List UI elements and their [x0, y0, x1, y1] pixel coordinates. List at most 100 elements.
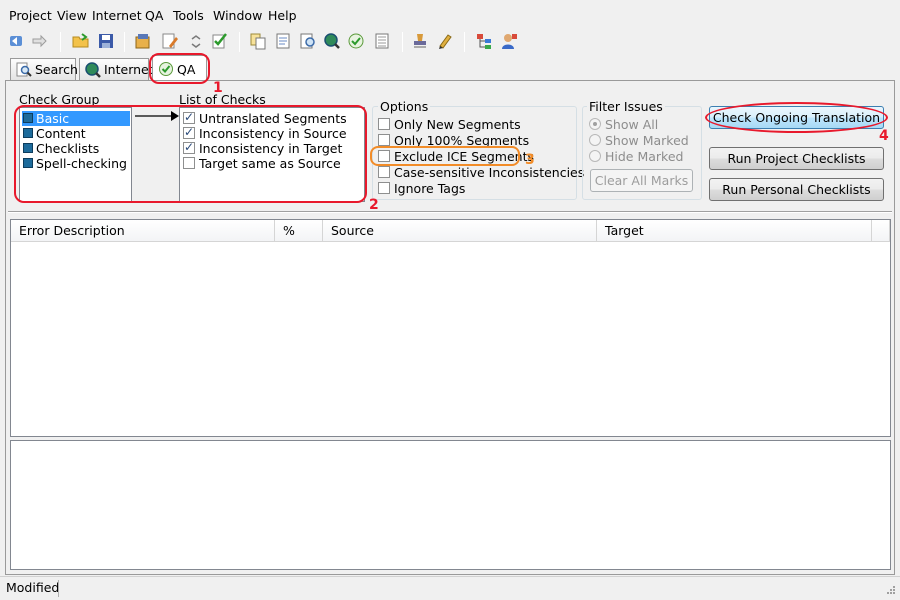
item-label: Target same as Source — [199, 156, 341, 171]
item-label: Untranslated Segments — [199, 111, 347, 126]
category-icon — [23, 113, 33, 123]
toolbar-separator — [239, 32, 240, 52]
splitter[interactable] — [8, 211, 892, 213]
column-header-percent[interactable]: % — [275, 220, 323, 242]
check-group-item-content[interactable]: Content — [22, 126, 86, 141]
category-icon — [23, 158, 33, 168]
item-label: Show Marked — [605, 133, 689, 148]
item-label: Only New Segments — [394, 117, 521, 132]
item-label: Spell-checking — [36, 156, 127, 171]
item-label: Show All — [605, 117, 659, 132]
run-personal-checklists-button[interactable]: Run Personal Checklists — [709, 178, 884, 201]
checkbox[interactable] — [183, 140, 195, 155]
options-label: Options — [378, 99, 431, 114]
save-icon[interactable] — [97, 32, 115, 50]
menu-internet[interactable]: Internet — [92, 8, 142, 23]
menu-help[interactable]: Help — [268, 8, 297, 23]
magnifier-icon — [16, 62, 32, 77]
toolbar — [0, 30, 900, 54]
run-project-checklists-button[interactable]: Run Project Checklists — [709, 147, 884, 170]
tab-search[interactable]: Search — [10, 58, 78, 80]
small-arrows-icon[interactable] — [187, 32, 205, 50]
radio-button[interactable] — [589, 134, 601, 146]
menu-bar: Project View Internet QA Tools Window He… — [0, 0, 900, 30]
item-label: Content — [36, 126, 86, 141]
tab-label: Internet — [104, 62, 154, 77]
category-icon — [23, 143, 33, 153]
radio-button[interactable] — [589, 150, 601, 162]
check-group-item-spell-checking[interactable]: Spell-checking — [22, 156, 127, 171]
clear-all-marks-button[interactable]: Clear All Marks — [590, 169, 693, 192]
copy-icon[interactable] — [249, 32, 267, 50]
forward-icon[interactable] — [30, 32, 48, 50]
open-folder-icon[interactable] — [72, 32, 90, 50]
item-label: Case-sensitive Inconsistencies — [394, 165, 585, 180]
tab-label: QA — [177, 62, 196, 77]
status-divider — [58, 580, 59, 597]
document-icon[interactable] — [274, 32, 292, 50]
qa-check-icon — [159, 62, 173, 76]
item-label: Basic — [36, 111, 70, 126]
annotation-number-2: 2 — [369, 197, 379, 213]
column-header-filler — [872, 220, 890, 242]
column-header-target[interactable]: Target — [597, 220, 872, 242]
toolbar-separator — [60, 32, 61, 52]
resize-grip-icon[interactable] — [884, 585, 896, 597]
menu-project[interactable]: Project — [9, 8, 52, 23]
back-icon[interactable] — [8, 32, 26, 50]
menu-qa[interactable]: QA — [145, 8, 163, 23]
annotation-number-1: 1 — [213, 80, 223, 96]
checkbox[interactable] — [378, 134, 390, 146]
item-label: Exclude ICE Segments — [394, 149, 534, 164]
item-label: Inconsistency in Source — [199, 126, 347, 141]
project-settings-icon[interactable] — [134, 32, 152, 50]
checkbox[interactable] — [378, 182, 390, 194]
detail-pane[interactable] — [10, 440, 891, 570]
toolbar-separator — [402, 32, 403, 52]
check-group-item-basic[interactable]: Basic — [22, 111, 130, 126]
toolbar-separator — [124, 32, 125, 52]
menu-window[interactable]: Window — [213, 8, 262, 23]
user-icon[interactable] — [500, 32, 518, 50]
checkbox[interactable] — [378, 150, 390, 162]
checkbox[interactable] — [183, 125, 195, 140]
item-label: Hide Marked — [605, 149, 684, 164]
check-edit-icon[interactable] — [211, 32, 229, 50]
status-bar: Modified — [0, 576, 900, 600]
column-header-error-description[interactable]: Error Description — [11, 220, 275, 242]
results-table[interactable]: Error Description % Source Target — [10, 219, 891, 437]
search-globe-icon[interactable] — [323, 32, 341, 50]
check-group-label: Check Group — [19, 92, 100, 107]
annotation-number-4: 4 — [879, 128, 889, 144]
tab-qa[interactable]: QA — [152, 55, 207, 81]
list-icon[interactable] — [373, 32, 391, 50]
check-icon[interactable] — [347, 32, 365, 50]
column-header-source[interactable]: Source — [323, 220, 597, 242]
status-text: Modified — [6, 580, 60, 595]
checkbox[interactable] — [378, 166, 390, 178]
check-group-item-checklists[interactable]: Checklists — [22, 141, 99, 156]
pen-icon[interactable] — [436, 32, 454, 50]
menu-view[interactable]: View — [57, 8, 87, 23]
stamp-icon[interactable] — [411, 32, 429, 50]
checkbox[interactable] — [183, 157, 195, 169]
filter-issues-label: Filter Issues — [587, 99, 665, 114]
checkbox[interactable] — [378, 118, 390, 130]
radio-button[interactable] — [589, 118, 601, 130]
check-ongoing-translation-button[interactable]: Check Ongoing Translation — [709, 106, 884, 129]
tab-internet[interactable]: Internet — [79, 58, 154, 80]
annotation-number-3: 3 — [525, 152, 535, 168]
category-icon — [23, 128, 33, 138]
globe-icon — [85, 62, 101, 78]
find-icon[interactable] — [299, 32, 317, 50]
edit-icon[interactable] — [161, 32, 179, 50]
check-group-list[interactable]: Basic Content Checklists Spell-checking — [19, 107, 132, 202]
tree-icon[interactable] — [475, 32, 493, 50]
item-label: Inconsistency in Target — [199, 141, 343, 156]
toolbar-separator — [464, 32, 465, 52]
item-label: Checklists — [36, 141, 100, 156]
item-label: Ignore Tags — [394, 181, 466, 196]
menu-tools[interactable]: Tools — [173, 8, 204, 23]
item-label: Only 100% Segments — [394, 133, 530, 148]
checkbox[interactable] — [183, 110, 195, 125]
